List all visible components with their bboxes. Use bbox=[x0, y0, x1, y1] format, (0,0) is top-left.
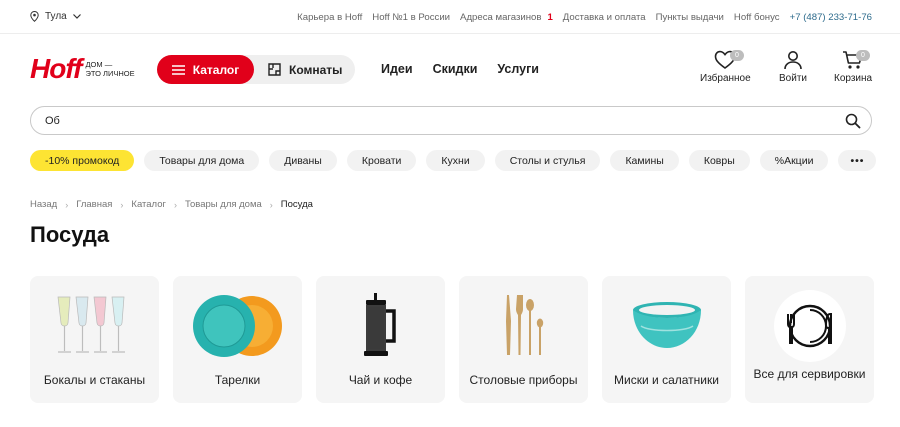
cart-label: Корзина bbox=[834, 73, 873, 84]
nav-services[interactable]: Услуги bbox=[497, 62, 539, 76]
category-card-cutlery[interactable]: Столовые приборы bbox=[459, 276, 588, 403]
nav-ideas[interactable]: Идеи bbox=[381, 62, 413, 76]
glasses-image bbox=[30, 286, 159, 366]
search-input[interactable] bbox=[45, 113, 825, 129]
logo-wordmark: Hoff bbox=[30, 53, 82, 84]
search-bar bbox=[30, 106, 872, 135]
category-name: Миски и салатники bbox=[614, 373, 719, 387]
logo-tagline-line-2: это личное bbox=[85, 69, 135, 78]
user-icon bbox=[784, 51, 802, 70]
quick-filter-chips: -10% промокод Товары для дома Диваны Кро… bbox=[30, 150, 877, 171]
more-chips-button[interactable]: ••• bbox=[838, 150, 877, 171]
chevron-right-icon: › bbox=[65, 199, 69, 210]
breadcrumb-back[interactable]: Назад bbox=[30, 199, 57, 210]
link-career[interactable]: Карьера в Hoff bbox=[297, 12, 362, 23]
table-setting-image bbox=[745, 286, 874, 366]
category-card-bowls[interactable]: Миски и салатники bbox=[602, 276, 731, 403]
login-label: Войти bbox=[779, 73, 807, 84]
category-name: Бокалы и стаканы bbox=[43, 373, 146, 387]
chevron-down-icon bbox=[72, 14, 81, 19]
link-delivery[interactable]: Доставка и оплата bbox=[563, 12, 646, 23]
hamburger-menu-icon bbox=[171, 64, 185, 75]
chip-home-goods[interactable]: Товары для дома bbox=[144, 150, 260, 171]
favorites-label: Избранное bbox=[700, 73, 751, 84]
breadcrumb-home-goods[interactable]: Товары для дома bbox=[185, 199, 262, 210]
rooms-button[interactable]: Комнаты bbox=[262, 55, 352, 84]
nav-discounts[interactable]: Скидки bbox=[433, 62, 478, 76]
page-title: Посуда bbox=[30, 222, 110, 247]
chevron-right-icon: › bbox=[269, 199, 273, 210]
category-card-plates[interactable]: Тарелки bbox=[173, 276, 302, 403]
breadcrumb: Назад › Главная › Каталог › Товары для д… bbox=[30, 199, 313, 210]
top-links: Карьера в Hoff Hoff №1 в России Адреса м… bbox=[297, 12, 872, 23]
link-number-one[interactable]: Hoff №1 в России bbox=[372, 12, 450, 23]
category-name: Столовые приборы bbox=[469, 373, 578, 387]
category-name: Все для сервировки bbox=[753, 367, 866, 381]
french-press-image bbox=[316, 286, 445, 366]
chevron-right-icon: › bbox=[120, 199, 124, 210]
category-card-glasses[interactable]: Бокалы и стаканы bbox=[30, 276, 159, 403]
breadcrumb-home[interactable]: Главная bbox=[76, 199, 112, 210]
category-cards: Бокалы и стаканы Тарелки Чай и кофе Стол… bbox=[30, 276, 874, 403]
category-card-tea-coffee[interactable]: Чай и кофе bbox=[316, 276, 445, 403]
cart-count-badge: 0 bbox=[856, 50, 870, 61]
category-name: Чай и кофе bbox=[348, 373, 413, 387]
breadcrumb-current: Посуда bbox=[280, 199, 313, 210]
favorites-count-badge: 0 bbox=[730, 50, 744, 61]
city-selector[interactable]: Тула bbox=[30, 11, 81, 22]
stores-count-badge: 1 bbox=[547, 12, 553, 23]
chip-carpets[interactable]: Ковры bbox=[688, 150, 750, 171]
chip-fireplaces[interactable]: Камины bbox=[610, 150, 679, 171]
plates-image bbox=[173, 286, 302, 366]
room-plan-icon bbox=[268, 63, 281, 76]
chip-sofas[interactable]: Диваны bbox=[269, 150, 337, 171]
main-nav: Идеи Скидки Услуги bbox=[381, 62, 539, 76]
chip-kitchens[interactable]: Кухни bbox=[426, 150, 485, 171]
city-name: Тула bbox=[45, 11, 67, 22]
category-name: Тарелки bbox=[214, 373, 261, 387]
link-bonus[interactable]: Hoff бонус bbox=[734, 12, 780, 23]
chip-promocode[interactable]: -10% промокод bbox=[30, 150, 135, 171]
cutlery-image bbox=[459, 286, 588, 366]
chevron-right-icon: › bbox=[173, 199, 177, 210]
chip-beds[interactable]: Кровати bbox=[346, 150, 417, 171]
link-stores[interactable]: Адреса магазинов bbox=[460, 12, 541, 23]
location-pin-icon bbox=[30, 11, 39, 22]
breadcrumb-catalog[interactable]: Каталог bbox=[131, 199, 166, 210]
hoff-logo[interactable]: Hoff дом — это личное bbox=[30, 53, 135, 85]
category-card-table-setting[interactable]: Все для сервировки bbox=[745, 276, 874, 403]
cart-button[interactable]: 0 Корзина bbox=[834, 50, 872, 84]
login-button[interactable]: Войти bbox=[779, 50, 807, 84]
logo-tagline: дом — это личное bbox=[85, 60, 134, 78]
favorites-button[interactable]: 0 Избранное bbox=[700, 50, 751, 84]
catalog-button[interactable]: Каталог bbox=[157, 55, 254, 84]
logo-tagline-line-1: дом — bbox=[85, 60, 113, 69]
search-icon[interactable] bbox=[845, 113, 861, 134]
bowl-image bbox=[602, 286, 731, 366]
phone-link[interactable]: +7 (487) 233-71-76 bbox=[790, 12, 872, 23]
rooms-button-label: Комнаты bbox=[289, 62, 343, 77]
link-pickup[interactable]: Пункты выдачи bbox=[656, 12, 724, 23]
top-bar: Тула Карьера в Hoff Hoff №1 в России Адр… bbox=[0, 0, 900, 34]
chip-promotions[interactable]: %Акции bbox=[759, 150, 829, 171]
catalog-button-label: Каталог bbox=[192, 62, 240, 77]
chip-tables-chairs[interactable]: Столы и стулья bbox=[494, 150, 601, 171]
